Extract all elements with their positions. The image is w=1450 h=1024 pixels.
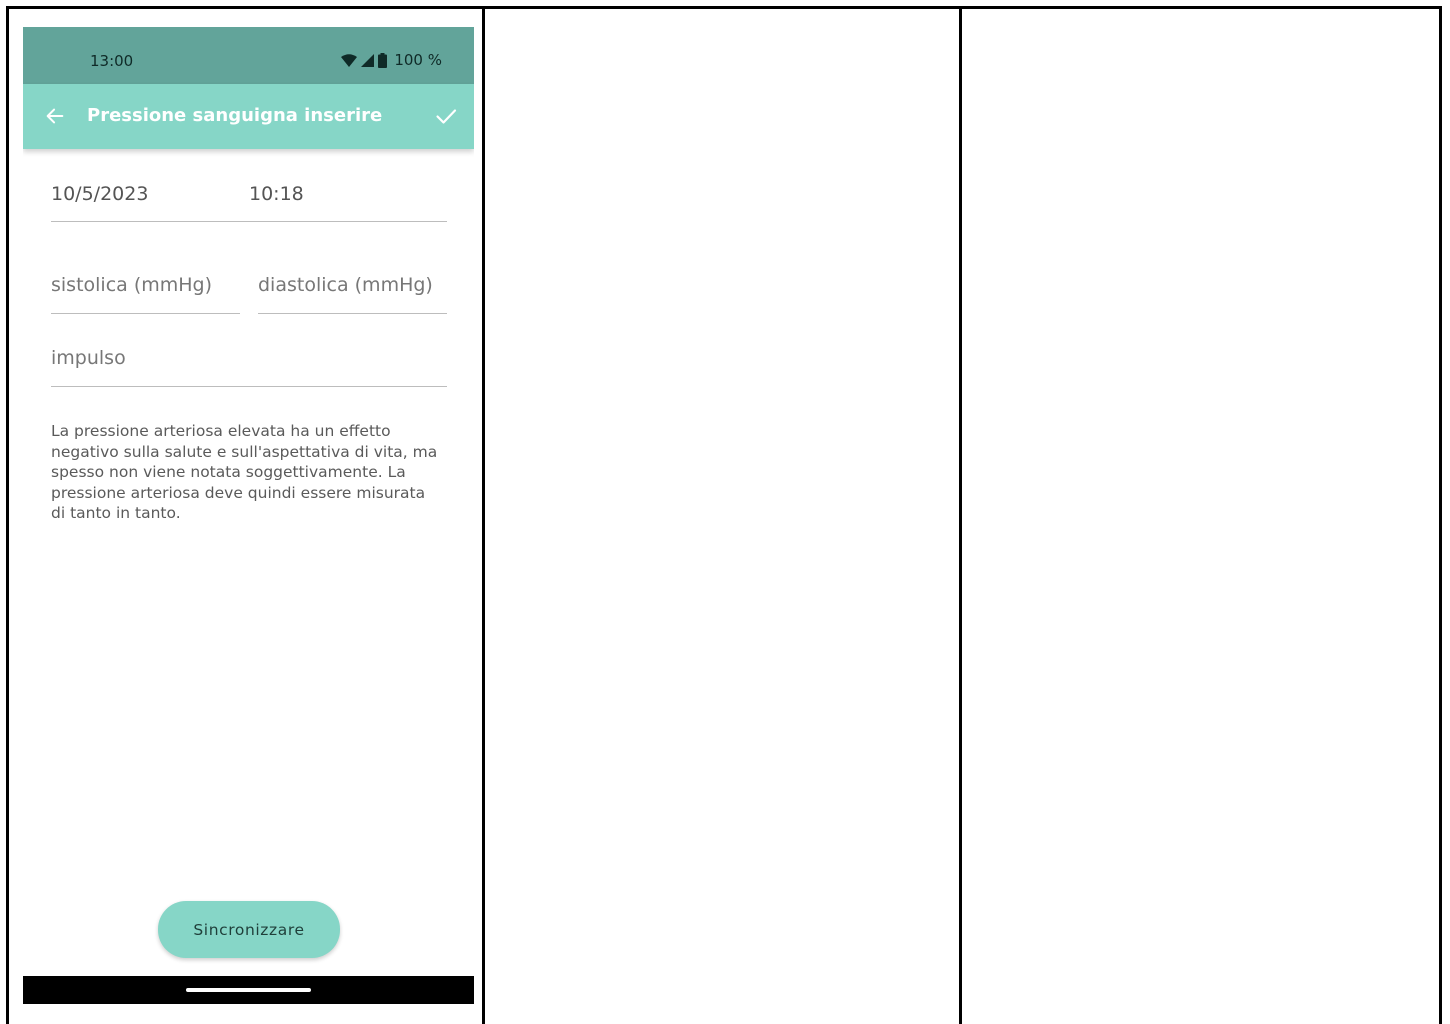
status-bar: 13:00 100 % [23, 27, 474, 84]
arrow-left-icon [46, 108, 64, 124]
frame-top-border [6, 6, 1442, 9]
app-bar: Pressione sanguigna inserire [23, 84, 474, 149]
status-time: 13:00 [90, 52, 134, 70]
navigation-bar [23, 976, 474, 1004]
diastolic-underline [258, 313, 447, 314]
cell-signal-icon [361, 53, 375, 67]
battery-percentage: 100 % [394, 51, 442, 69]
date-time-underline [51, 221, 447, 222]
home-handle[interactable] [186, 988, 311, 992]
battery-icon [378, 52, 388, 68]
pulse-input[interactable]: impulso [51, 347, 126, 369]
panel-divider [959, 6, 962, 1024]
info-text: La pressione arteriosa elevata ha un eff… [51, 422, 438, 522]
check-icon [436, 109, 457, 124]
page-title: Pressione sanguigna inserire [87, 105, 383, 126]
date-field[interactable]: 10/5/2023 [51, 183, 148, 205]
systolic-input[interactable]: sistolica (mmHg) [51, 274, 212, 296]
status-icons: 100 % [341, 51, 442, 69]
save-button[interactable] [430, 100, 462, 132]
systolic-underline [51, 313, 240, 314]
time-field[interactable]: 10:18 [249, 183, 304, 205]
phone-screen: 13:00 100 % Pressione sanguigna inserire [23, 27, 474, 1004]
sync-button[interactable]: Sincronizzare [158, 901, 340, 958]
frame-left-border [6, 6, 9, 1024]
back-button[interactable] [39, 100, 71, 132]
panel-divider [482, 6, 485, 1024]
diastolic-input[interactable]: diastolica (mmHg) [258, 274, 433, 296]
pulse-underline [51, 386, 447, 387]
wifi-icon [341, 53, 358, 67]
frame-right-border [1439, 6, 1442, 1024]
